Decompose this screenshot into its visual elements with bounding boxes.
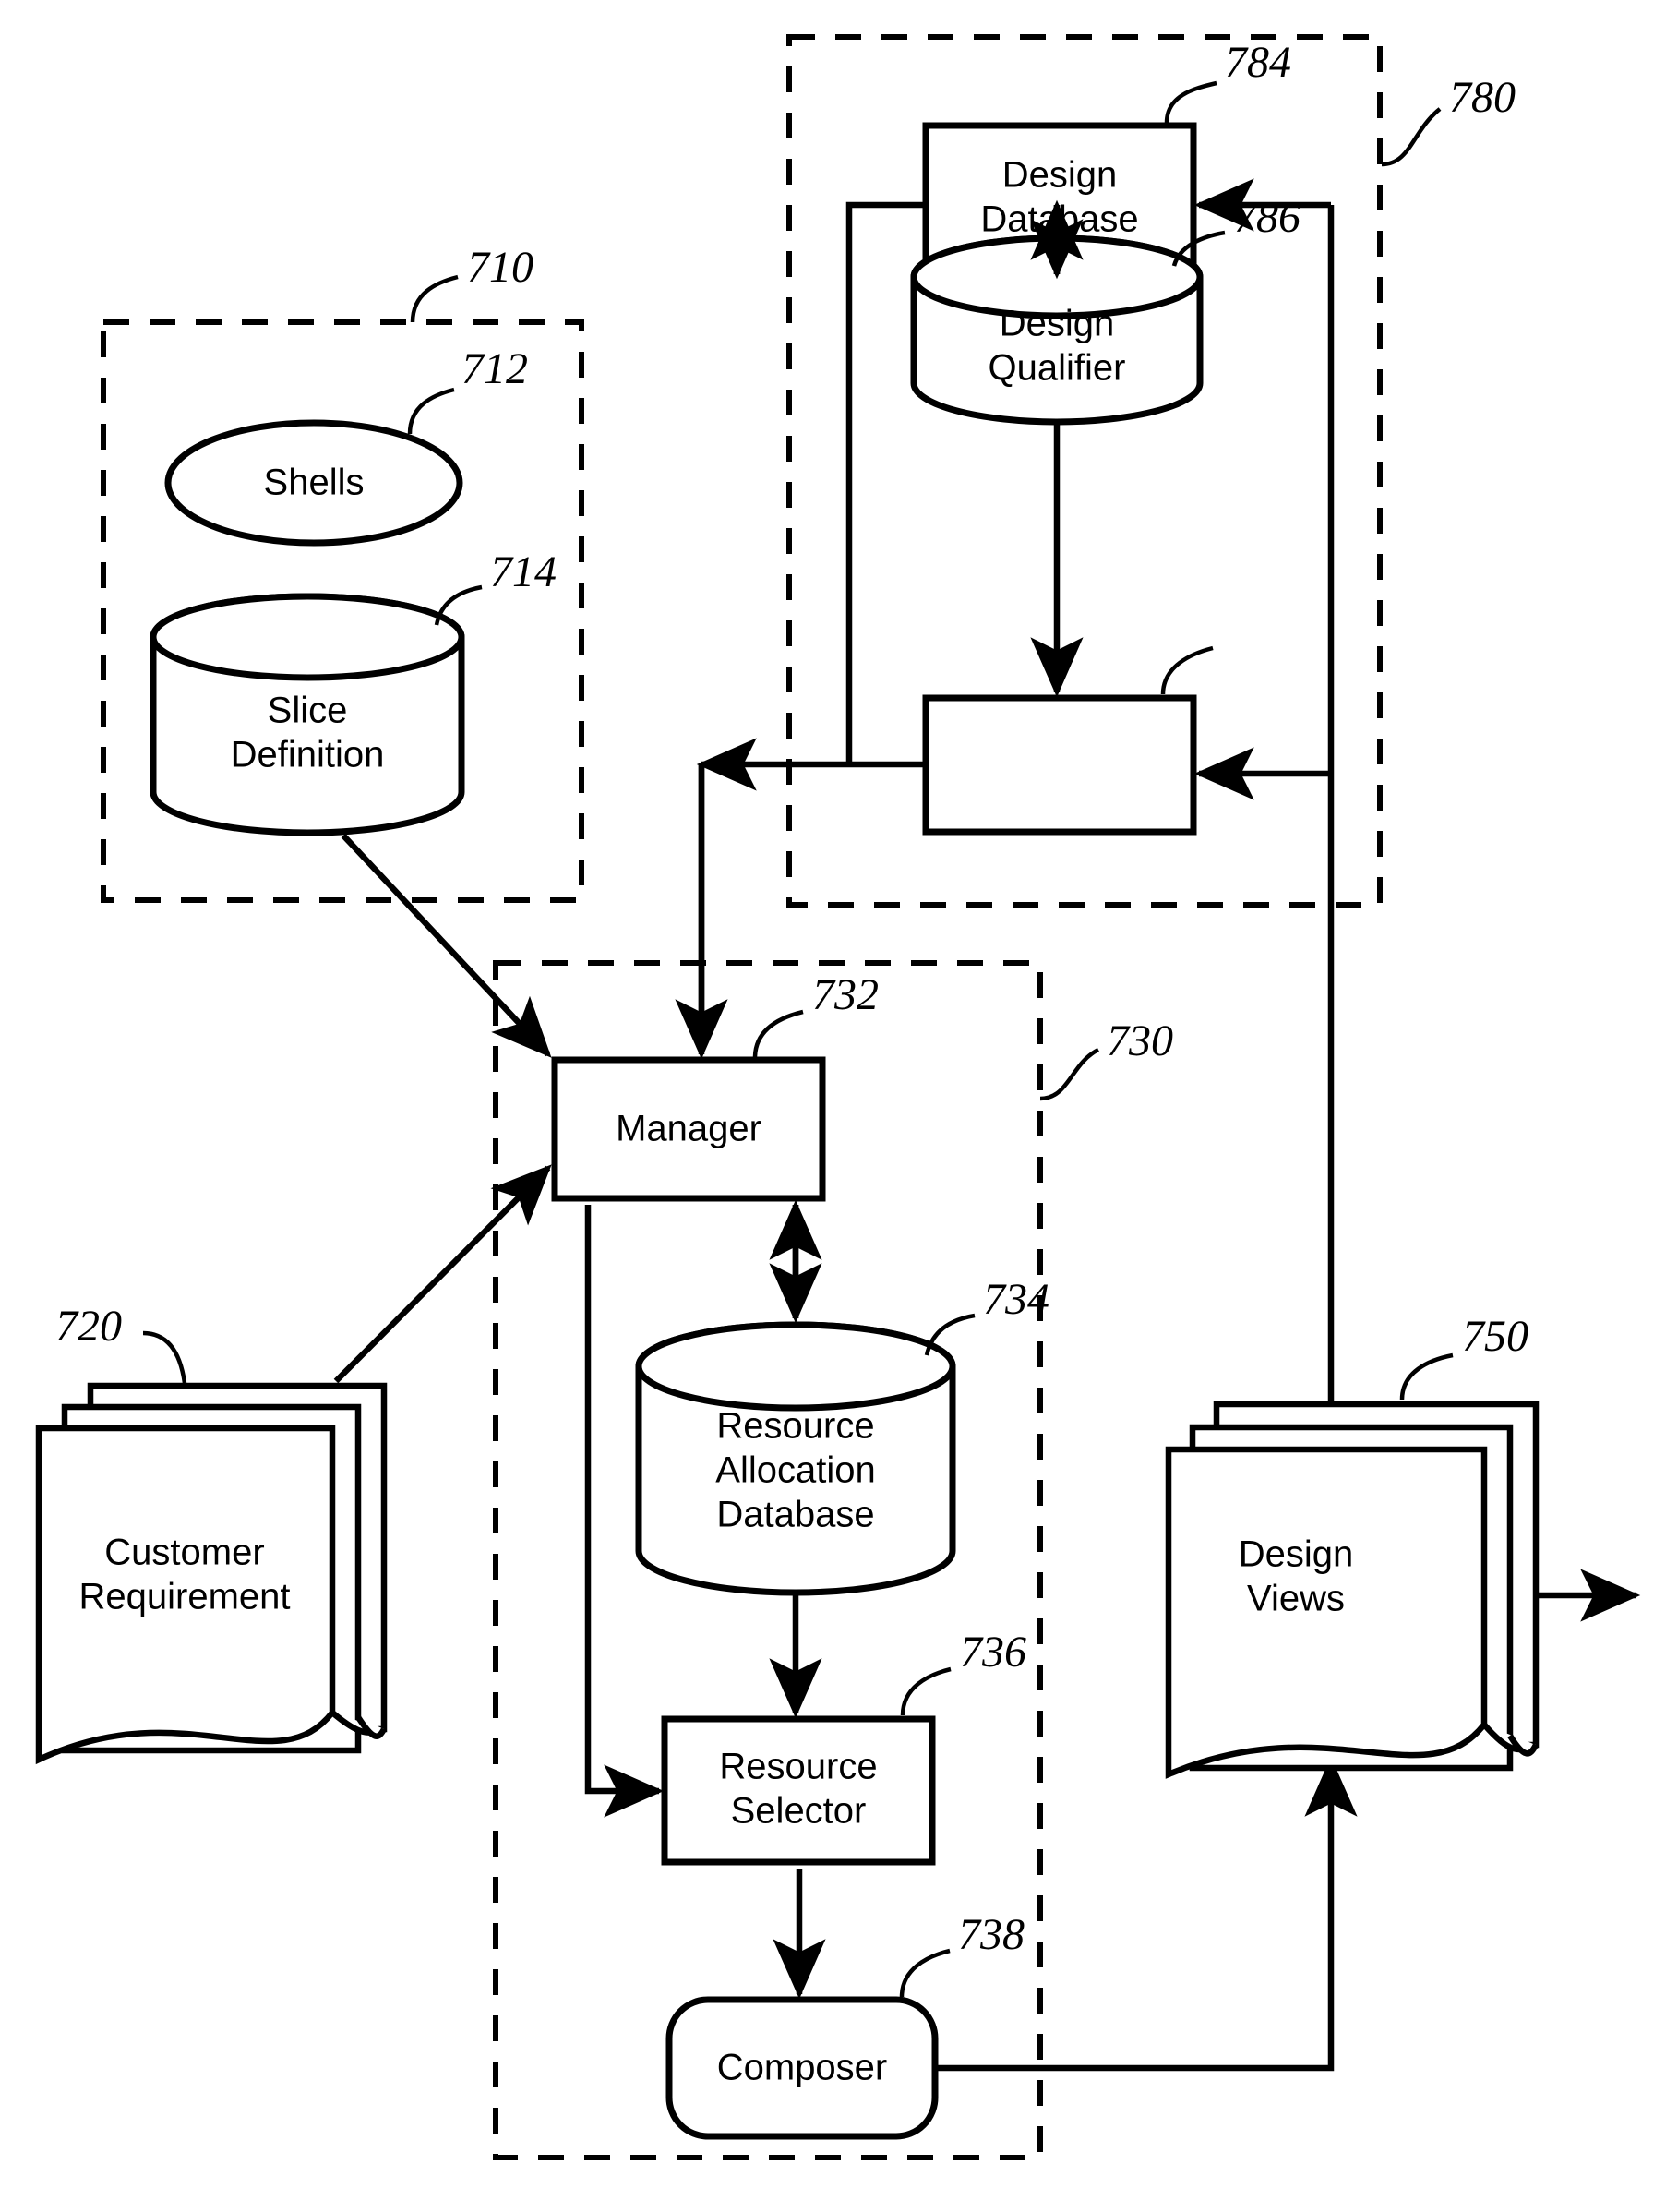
node-750-label-line2: Views xyxy=(1247,1579,1345,1619)
ref-710: 710 xyxy=(467,243,533,292)
node-734-label-line3: Database xyxy=(716,1495,874,1535)
diagram-canvas: 780 Design Database 784 Design Qualifier… xyxy=(35,34,1641,2160)
node-712-label: Shells xyxy=(264,463,365,503)
node-732-label: Manager xyxy=(616,1109,761,1149)
ref-738: 738 xyxy=(958,1910,1025,1959)
node-736-label-line1: Resource xyxy=(719,1747,877,1787)
leader-720 xyxy=(142,1330,187,1384)
node-714-label-line1: Slice xyxy=(268,691,348,731)
patent-figure: 780 Design Database 784 Design Qualifier… xyxy=(0,0,1678,2212)
leader-710 xyxy=(410,274,459,323)
node-786-design-qualifier xyxy=(922,694,1197,836)
leader-780 xyxy=(1381,107,1442,167)
node-714-label-line2: Definition xyxy=(231,735,385,775)
node-750-design-views xyxy=(1165,1401,1540,1779)
ref-780: 780 xyxy=(1449,73,1516,122)
node-784-label-line2: Qualifier xyxy=(989,348,1126,389)
ref-734: 734 xyxy=(983,1275,1049,1324)
leader-712 xyxy=(407,387,455,435)
node-720-label-line1: Customer xyxy=(104,1533,264,1573)
node-784-label-line1: Design xyxy=(1000,304,1115,344)
leader-786 xyxy=(1160,645,1214,695)
flow-customer-to-manager xyxy=(333,1164,552,1384)
ref-712: 712 xyxy=(461,344,528,393)
leader-736 xyxy=(900,1666,952,1716)
ref-720: 720 xyxy=(55,1302,122,1351)
node-750-label-line1: Design xyxy=(1239,1534,1354,1575)
leader-730 xyxy=(1039,1047,1100,1101)
flow-slice-to-manager xyxy=(341,833,552,1058)
node-734-cylinder-top xyxy=(635,1321,956,1412)
ref-714: 714 xyxy=(490,547,557,596)
node-738-label: Composer xyxy=(717,2048,888,2088)
leader-732 xyxy=(752,1009,804,1059)
leader-782 xyxy=(1164,80,1217,124)
ref-730: 730 xyxy=(1107,1016,1173,1065)
ref-736: 736 xyxy=(960,1628,1026,1677)
node-782-label-line1: Design xyxy=(1002,155,1118,196)
ref-750: 750 xyxy=(1462,1312,1528,1361)
ref-784: 786 xyxy=(1234,193,1300,242)
node-736-label-line2: Selector xyxy=(731,1791,867,1832)
ref-782: 784 xyxy=(1225,38,1291,87)
ref-732: 732 xyxy=(812,970,879,1019)
node-734-label-line1: Resource xyxy=(716,1406,874,1447)
node-720-label-line2: Requirement xyxy=(78,1577,290,1617)
leader-738 xyxy=(899,1948,951,1998)
node-714-cylinder-top xyxy=(150,593,465,681)
leader-750 xyxy=(1399,1352,1454,1401)
node-734-label-line2: Allocation xyxy=(715,1450,875,1491)
